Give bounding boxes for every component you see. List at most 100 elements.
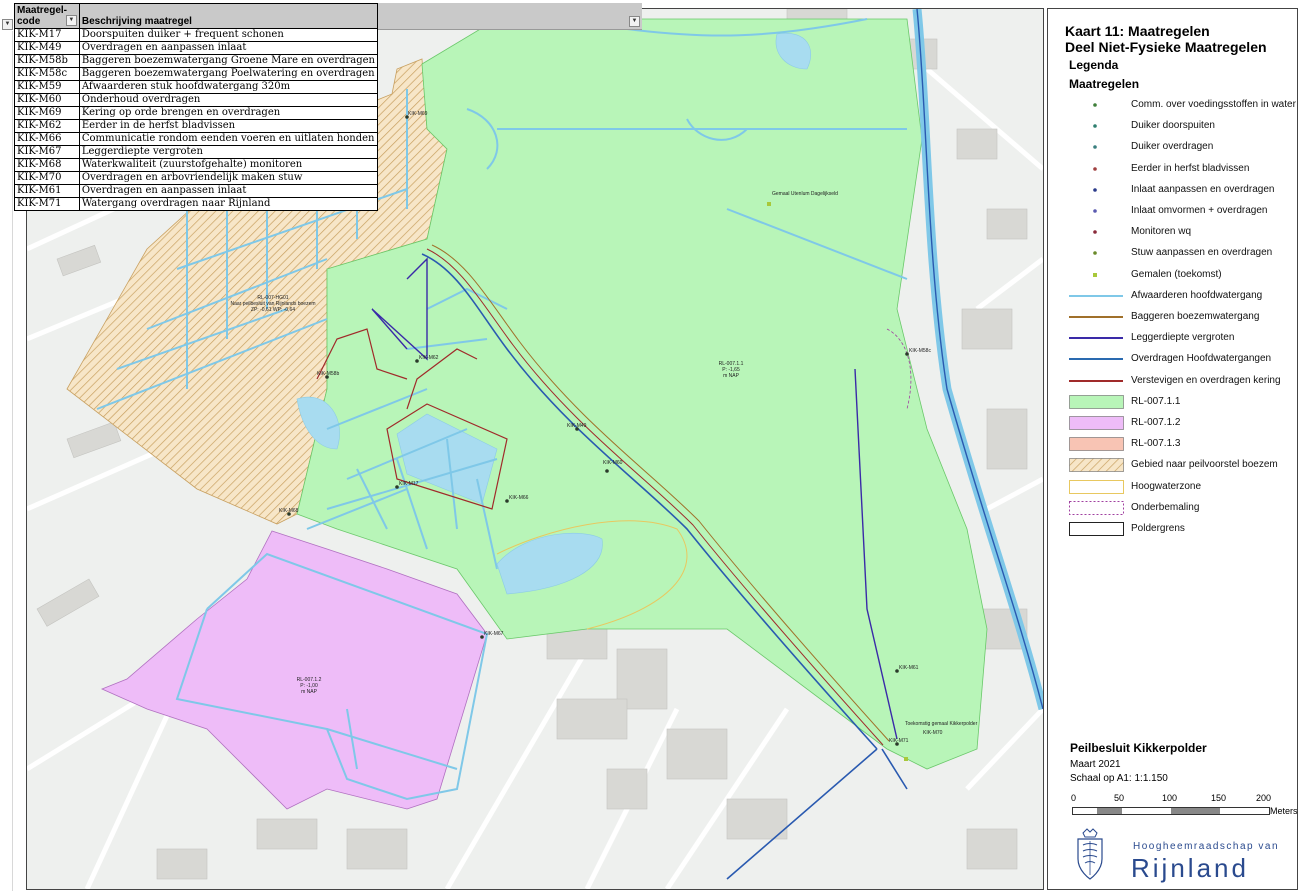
legend-swatch <box>1093 124 1097 128</box>
scale-tick-0: 0 <box>1071 793 1077 803</box>
measure-description-cell[interactable]: Onderhoud overdragen <box>78 93 379 107</box>
measure-description-cell[interactable]: Afwaarderen stuk hoofdwatergang 320m <box>78 80 379 94</box>
table-row[interactable]: KIK-M70 Overdragen en arbovriendelijk mak… <box>14 171 379 185</box>
legend-label: Poldergrens <box>1131 523 1185 534</box>
measure-description-cell[interactable]: Leggerdiepte vergroten <box>78 145 379 159</box>
table-row[interactable]: KIK-M69 Kering op orde brengen en overdra… <box>14 106 379 120</box>
map-label-2: KIK-M62 <box>419 355 439 361</box>
legend-swatch <box>1069 458 1124 473</box>
legend-symbol-dashed <box>1069 500 1124 515</box>
table-row[interactable]: KIK-M17 Doorspuiten duiker + frequent sch… <box>14 28 379 42</box>
measure-code-cell[interactable]: KIK-M69 <box>14 106 80 120</box>
map-label-11: KIK-M71 <box>889 738 909 744</box>
measure-code-cell[interactable]: KIK-M71 <box>14 197 80 211</box>
measure-description-cell[interactable]: Watergang overdragen naar Rijnland <box>78 197 379 211</box>
legend-item: Gemalen (toekomst) <box>1069 267 1295 283</box>
legend-item: Monitoren wq <box>1069 224 1295 240</box>
measure-description-cell[interactable]: Overdragen en aanpassen inlaat <box>78 184 379 198</box>
measure-description-cell[interactable]: Waterkwaliteit (zuurstofgehalte) monitor… <box>78 158 379 172</box>
sheet-corner[interactable]: ▼ <box>1 3 13 31</box>
header-code[interactable]: Maatregel- code ▼ <box>14 3 80 29</box>
filter-code-icon[interactable]: ▼ <box>65 15 77 26</box>
measure-description-cell[interactable]: Baggeren boezemwatergang Groene Mare en … <box>78 54 379 68</box>
measure-code-cell[interactable]: KIK-M68 <box>14 158 80 172</box>
legend-item: Eerder in herfst bladvissen <box>1069 161 1295 177</box>
map-title: Kaart 11: Maatregelen Deel Niet-Fysieke … <box>1065 23 1295 55</box>
legend-item: Overdragen Hoofdwatergangen <box>1069 351 1295 367</box>
legend-label: Eerder in herfst bladvissen <box>1131 162 1250 174</box>
legend-item: Hoogwaterzone <box>1069 479 1295 495</box>
legend-symbol-dot <box>1093 209 1097 213</box>
map-label-7: KIK-M68 <box>279 508 299 514</box>
table-row[interactable]: KIK-M68 Waterkwaliteit (zuurstofgehalte) … <box>14 158 379 172</box>
table-row[interactable]: KIK-M61 Overdragen en aanpassen inlaat <box>14 184 379 198</box>
legend-label: Gebied naar peilvoorstel boezem <box>1131 459 1278 471</box>
map-label-4: KIK-M17 <box>399 481 419 487</box>
table-row[interactable]: KIK-M58c Baggeren boezemwatergang Poelwat… <box>14 67 379 81</box>
measure-description-cell[interactable]: Communicatie rondom eenden voeren en uit… <box>78 132 379 146</box>
legend-label: Monitoren wq <box>1131 226 1192 238</box>
table-row[interactable]: KIK-M49 Overdragen en aanpassen inlaat <box>14 41 379 55</box>
legend-swatch <box>1093 103 1097 107</box>
table-row[interactable]: KIK-M62 Eerder in de herfst bladvissen <box>14 119 379 133</box>
map-label-3: KIK-M49 <box>567 423 587 429</box>
map-title-line2: Deel Niet-Fysieke Maatregelen <box>1065 39 1267 55</box>
measure-code-cell[interactable]: KIK-M17 <box>14 28 80 42</box>
measure-description-cell[interactable]: Overdragen en aanpassen inlaat <box>78 41 379 55</box>
table-row[interactable]: KIK-M66 Communicatie rondom eenden voeren… <box>14 132 379 146</box>
measure-description-cell[interactable]: Eerder in de herfst bladvissen <box>78 119 379 133</box>
table-row[interactable]: KIK-M59 Afwaarderen stuk hoofdwatergang 3… <box>14 80 379 94</box>
measure-code-cell[interactable]: KIK-M67 <box>14 145 80 159</box>
organisation-logo: Hoogheemraadschap van Rijnland <box>1073 827 1283 883</box>
legend-symbol-line <box>1069 379 1123 382</box>
map-label-8: KIK-M67 <box>484 631 504 637</box>
legend-swatch <box>1093 145 1097 150</box>
measure-code-cell[interactable]: KIK-M49 <box>14 41 80 55</box>
legend-item: Comm. over voedingsstoffen in water <box>1069 97 1296 113</box>
extension-filter-icon[interactable]: ▼ <box>629 16 640 27</box>
legend-symbol-dot <box>1093 124 1097 128</box>
legend-label: Verstevigen en overdragen kering <box>1131 374 1281 386</box>
scale-unit: Meters <box>1270 806 1298 816</box>
map-label-12: KIK-M58c <box>909 348 931 354</box>
legend-label: Hoogwaterzone <box>1131 480 1202 492</box>
measure-description-cell[interactable]: Overdragen en arbovriendelijk maken stuw <box>78 171 379 185</box>
map-pump-label-1: Toekomstig gemaal Kikkerpolder <box>905 721 978 727</box>
legend-item: Verstevigen en overdragen kering <box>1069 373 1295 389</box>
measure-code-cell[interactable]: KIK-M61 <box>14 184 80 198</box>
legend-label: Gemalen (toekomst) <box>1131 268 1222 280</box>
measure-description-cell[interactable]: Doorspuiten duiker + frequent schonen <box>78 28 379 42</box>
measure-code-cell[interactable]: KIK-M59 <box>14 80 80 94</box>
map-label-9: KIK-M61 <box>899 665 919 671</box>
sheet-gridline <box>12 31 13 891</box>
measure-description-cell[interactable]: Baggeren boezemwatergang Poelwatering en… <box>78 67 379 81</box>
table-row[interactable]: KIK-M71 Watergang overdragen naar Rijnlan… <box>14 197 379 211</box>
measure-code-cell[interactable]: KIK-M62 <box>14 119 80 133</box>
measure-code-cell[interactable]: KIK-M66 <box>14 132 80 146</box>
legend-item: Stuw aanpassen en overdragen <box>1069 245 1295 261</box>
legend-symbol-outline <box>1069 522 1124 536</box>
plan-date: Maart 2021 <box>1070 759 1121 770</box>
legend-item: Duiker overdragen <box>1069 139 1295 155</box>
legend-symbol-dot <box>1093 103 1097 107</box>
measure-code-cell[interactable]: KIK-M58c <box>14 67 80 81</box>
legend-symbol-line <box>1069 337 1123 340</box>
measure-description-cell[interactable]: Kering op orde brengen en overdragen <box>78 106 379 120</box>
table-row[interactable]: KIK-M60 Onderhoud overdragen <box>14 93 379 107</box>
measure-code-cell[interactable]: KIK-M70 <box>14 171 80 185</box>
measure-code-cell[interactable]: KIK-M60 <box>14 93 80 107</box>
table-row[interactable]: KIK-M58b Baggeren boezemwatergang Groene … <box>14 54 379 68</box>
header-description[interactable]: Beschrijving maatregel <box>78 3 379 29</box>
map-label-0: KIK-M69 <box>408 111 428 117</box>
legend-symbol-fill <box>1069 394 1124 409</box>
measure-code-cell[interactable]: KIK-M58b <box>14 54 80 68</box>
scale-tick-3: 150 <box>1211 793 1227 803</box>
legend-swatch <box>1069 522 1124 536</box>
legend-item: Baggeren boezemwatergang <box>1069 309 1295 325</box>
measures-table: Maatregel- code ▼ Beschrijving maatregel … <box>14 3 379 211</box>
corner-filter-icon[interactable]: ▼ <box>2 19 13 30</box>
legend-symbol-outline <box>1069 479 1124 494</box>
table-row[interactable]: KIK-M67 Leggerdiepte vergroten <box>14 145 379 159</box>
crest-icon <box>1077 828 1103 880</box>
legend-label: RL-007.1.1 <box>1131 395 1181 407</box>
